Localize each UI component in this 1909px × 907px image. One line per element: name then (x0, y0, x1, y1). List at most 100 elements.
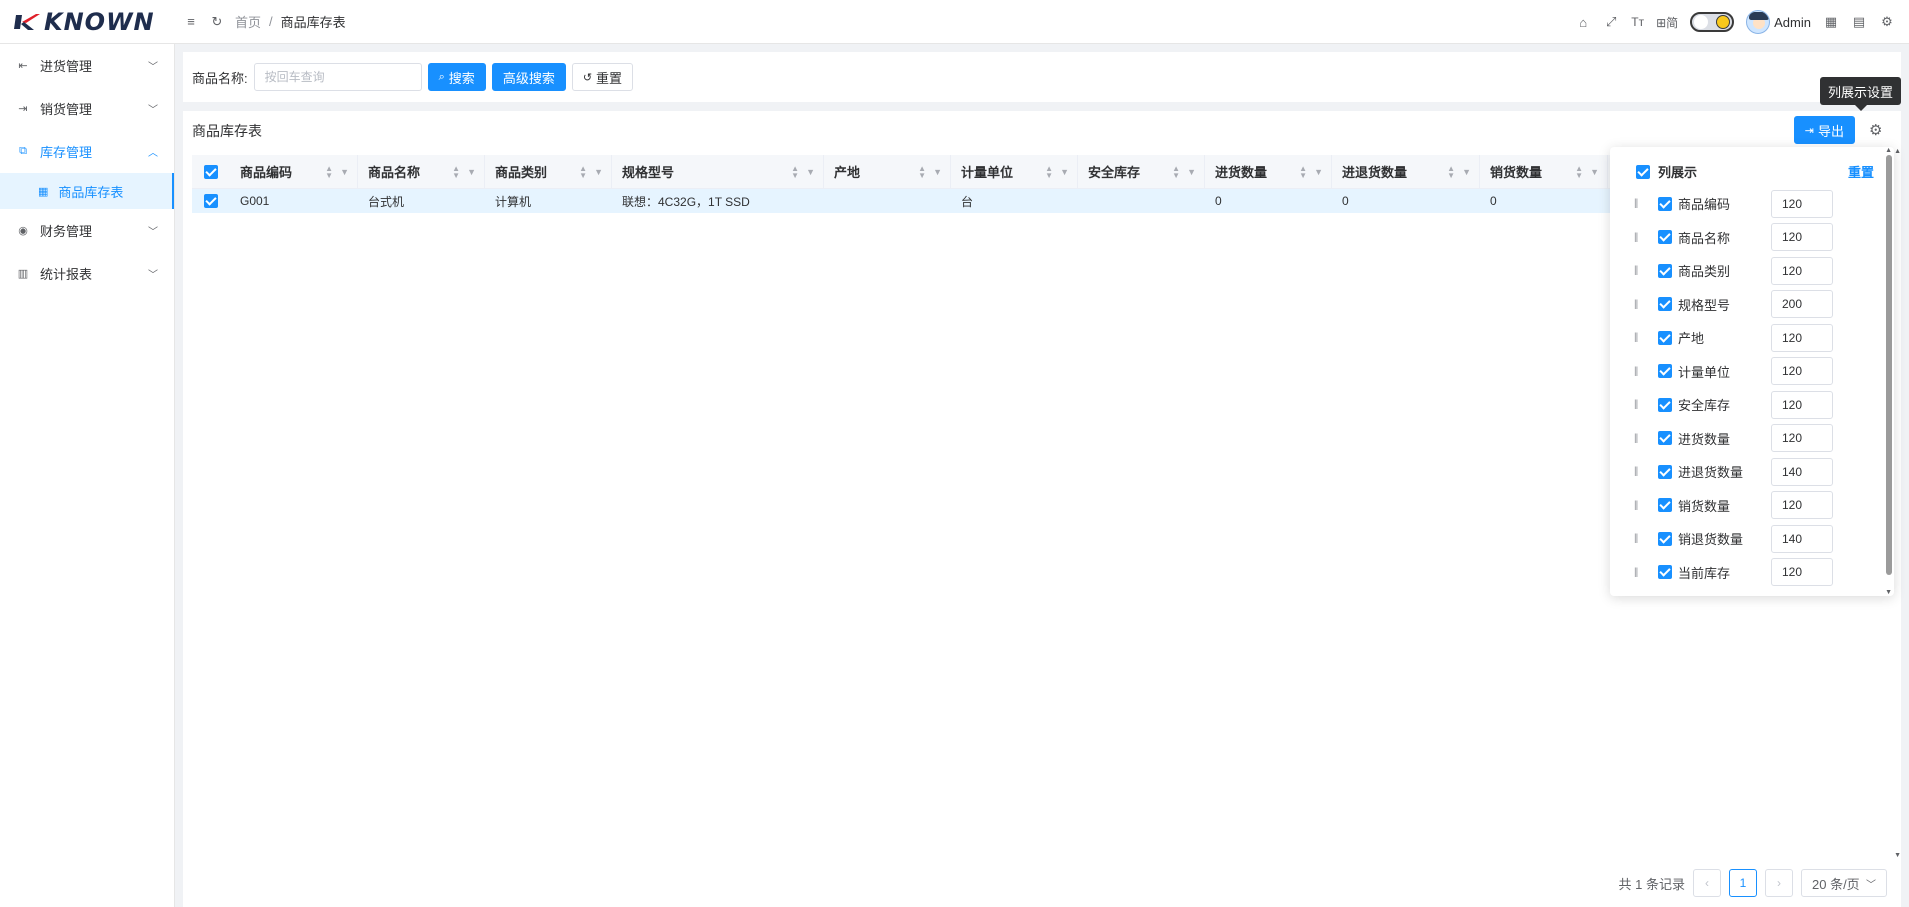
sort-icon[interactable]: ▲ ▼ (918, 164, 926, 179)
filter-icon[interactable]: ▼ (594, 167, 603, 177)
app-logo[interactable]: KNOWN (0, 0, 175, 44)
language-switch[interactable]: ⊞简 (1656, 14, 1678, 31)
next-page-button[interactable]: › (1765, 869, 1793, 897)
filter-icon[interactable]: ▼ (340, 167, 349, 177)
filter-icon[interactable]: ▼ (1462, 167, 1471, 177)
scroll-up-arrow-icon[interactable]: ▲ (1894, 148, 1901, 155)
filter-icon[interactable]: ▼ (1314, 167, 1323, 177)
column-visible-checkbox[interactable] (1658, 464, 1672, 479)
sort-icon[interactable]: ▲ ▼ (1575, 164, 1583, 179)
sidebar-item-inventory[interactable]: ⧉ 库存管理 ︿ (0, 130, 174, 173)
menu-toggle-icon[interactable]: ≡ (183, 14, 199, 30)
column-width-input[interactable] (1771, 223, 1833, 252)
sidebar-item-sales[interactable]: ⇥ 销货管理 ﹀ (0, 87, 174, 130)
page-size-select[interactable]: 20 条/页 ﹀ (1801, 869, 1887, 897)
prev-page-button[interactable]: ‹ (1693, 869, 1721, 897)
column-width-input[interactable] (1771, 457, 1833, 486)
popover-scrollbar[interactable] (1886, 155, 1892, 575)
drag-handle-icon[interactable]: || (1634, 567, 1644, 578)
layout-icon[interactable]: ▤ (1851, 14, 1867, 30)
filter-icon[interactable]: ▼ (467, 167, 476, 177)
fullscreen-icon[interactable]: ⤢ (1603, 14, 1619, 30)
reset-button[interactable]: ↺ 重置 (571, 63, 634, 91)
row-checkbox[interactable] (192, 194, 230, 208)
column-visible-checkbox[interactable] (1658, 263, 1672, 278)
grid-icon[interactable]: ▦ (1823, 14, 1839, 30)
drag-handle-icon[interactable]: || (1634, 399, 1644, 410)
filter-icon[interactable]: ▼ (1590, 167, 1599, 177)
column-settings-reset[interactable]: 重置 (1848, 162, 1874, 181)
column-visible-checkbox[interactable] (1658, 230, 1672, 245)
column-display-toggle[interactable]: 列展示 (1636, 162, 1697, 181)
column-header[interactable]: 销货数量 ▲ ▼ ▼ (1480, 154, 1608, 189)
sort-icon[interactable]: ▲ ▼ (1447, 164, 1455, 179)
drag-handle-icon[interactable]: || (1634, 433, 1644, 444)
select-all-checkbox[interactable] (192, 164, 230, 179)
column-width-input[interactable] (1771, 424, 1833, 453)
sort-icon[interactable]: ▲ ▼ (1299, 164, 1307, 179)
popover-scroll-down-icon[interactable]: ▼ (1885, 589, 1892, 596)
sort-icon[interactable]: ▲ ▼ (325, 164, 333, 179)
column-visible-checkbox[interactable] (1658, 297, 1672, 312)
filter-icon[interactable]: ▼ (933, 167, 942, 177)
drag-handle-icon[interactable]: || (1634, 232, 1644, 243)
drag-handle-icon[interactable]: || (1634, 466, 1644, 477)
column-width-input[interactable] (1771, 558, 1833, 587)
column-header[interactable]: 规格型号 ▲ ▼ ▼ (612, 154, 824, 189)
filter-icon[interactable]: ▼ (1060, 167, 1069, 177)
page-number-button[interactable]: 1 (1729, 869, 1757, 897)
column-header[interactable]: 产地 ▲ ▼ ▼ (824, 154, 951, 189)
column-visible-checkbox[interactable] (1658, 330, 1672, 345)
column-header[interactable]: 安全库存 ▲ ▼ ▼ (1078, 154, 1205, 189)
column-header[interactable]: 商品名称 ▲ ▼ ▼ (358, 154, 485, 189)
filter-icon[interactable]: ▼ (806, 167, 815, 177)
theme-toggle[interactable] (1690, 12, 1735, 32)
column-visible-checkbox[interactable] (1658, 531, 1672, 546)
export-button[interactable]: ⇥ 导出 (1793, 116, 1855, 144)
drag-handle-icon[interactable]: || (1634, 500, 1644, 511)
column-visible-checkbox[interactable] (1658, 565, 1672, 580)
sort-icon[interactable]: ▲ ▼ (1045, 164, 1053, 179)
breadcrumb-home[interactable]: 首页 (235, 12, 261, 31)
drag-handle-icon[interactable]: || (1634, 198, 1644, 209)
popover-scroll-up-icon[interactable]: ▲ (1885, 147, 1892, 154)
font-size-icon[interactable]: Tт (1631, 15, 1644, 29)
column-width-input[interactable] (1771, 189, 1833, 218)
column-width-input[interactable] (1771, 390, 1833, 419)
column-visible-checkbox[interactable] (1658, 397, 1672, 412)
sort-icon[interactable]: ▲ ▼ (452, 164, 460, 179)
column-header[interactable]: 进退货数量 ▲ ▼ ▼ (1332, 154, 1480, 189)
sort-icon[interactable]: ▲ ▼ (579, 164, 587, 179)
drag-handle-icon[interactable]: || (1634, 533, 1644, 544)
search-button[interactable]: ⌕ 搜索 (427, 63, 486, 91)
column-width-input[interactable] (1771, 256, 1833, 285)
column-header[interactable]: 进货数量 ▲ ▼ ▼ (1205, 154, 1332, 189)
sort-icon[interactable]: ▲ ▼ (791, 164, 799, 179)
column-width-input[interactable] (1771, 491, 1833, 520)
sidebar-item-finance[interactable]: ◉ 财务管理 ﹀ (0, 209, 174, 252)
column-width-input[interactable] (1771, 323, 1833, 352)
column-visible-checkbox[interactable] (1658, 431, 1672, 446)
drag-handle-icon[interactable]: || (1634, 299, 1644, 310)
user-menu[interactable]: Admin (1746, 10, 1811, 34)
column-header[interactable]: 商品类别 ▲ ▼ ▼ (485, 154, 612, 189)
column-header[interactable]: 计量单位 ▲ ▼ ▼ (951, 154, 1078, 189)
drag-handle-icon[interactable]: || (1634, 332, 1644, 343)
sidebar-subitem-stock-table[interactable]: ▦ 商品库存表 (0, 173, 174, 209)
column-visible-checkbox[interactable] (1658, 196, 1672, 211)
scroll-down-arrow-icon[interactable]: ▼ (1894, 852, 1901, 859)
column-visible-checkbox[interactable] (1658, 498, 1672, 513)
drag-handle-icon[interactable]: || (1634, 265, 1644, 276)
filter-icon[interactable]: ▼ (1187, 167, 1196, 177)
drag-handle-icon[interactable]: || (1634, 366, 1644, 377)
product-name-input[interactable] (253, 63, 422, 91)
refresh-icon[interactable]: ↻ (209, 14, 225, 30)
column-width-input[interactable] (1771, 357, 1833, 386)
column-header[interactable]: 商品编码 ▲ ▼ ▼ (230, 154, 358, 189)
column-width-input[interactable] (1771, 290, 1833, 319)
column-settings-icon[interactable]: ⚙ (1869, 121, 1887, 139)
gear-icon[interactable]: ⚙ (1879, 14, 1895, 30)
sidebar-item-reports[interactable]: ▥ 统计报表 ﹀ (0, 252, 174, 295)
home-icon[interactable]: ⌂ (1575, 14, 1591, 30)
column-width-input[interactable] (1771, 524, 1833, 553)
